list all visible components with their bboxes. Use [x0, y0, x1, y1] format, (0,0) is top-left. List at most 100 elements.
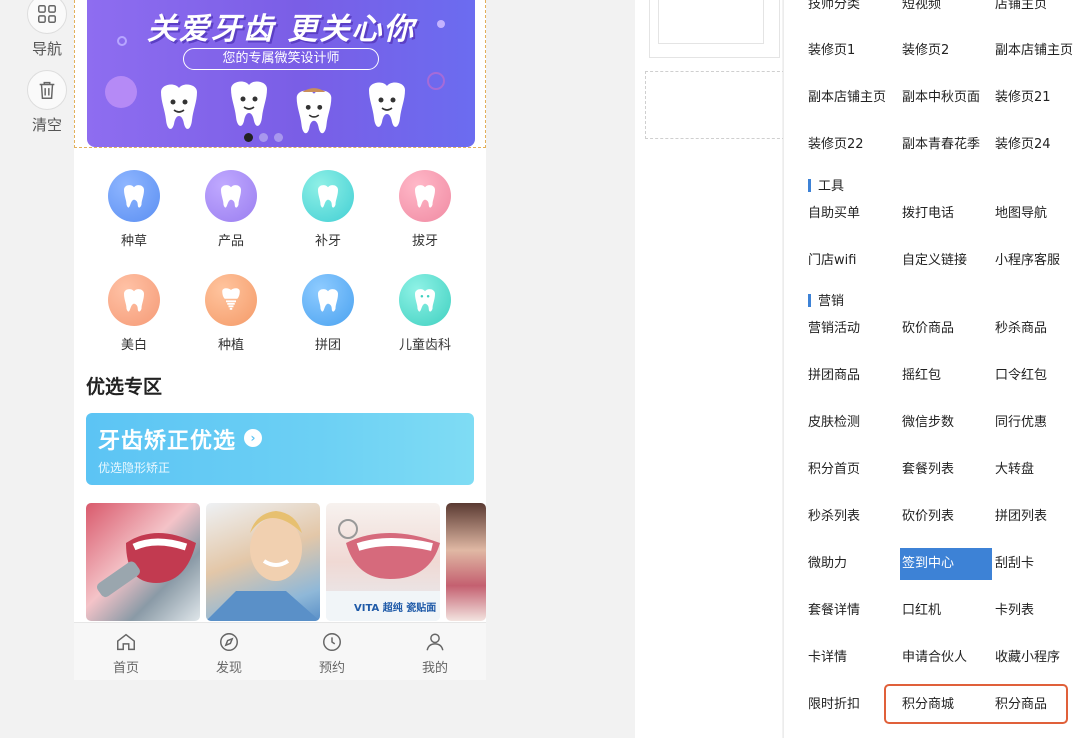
panel-item[interactable]: 装修页24: [971, 129, 1065, 161]
panel-item[interactable]: 砍价列表: [878, 501, 972, 533]
panel-item[interactable]: 口令红包: [971, 360, 1065, 392]
clear-tool[interactable]: 清空: [26, 70, 68, 135]
panel-item[interactable]: 限时折扣: [784, 689, 878, 721]
tooth-icon: [108, 170, 160, 222]
home-icon: [117, 633, 135, 651]
panel-item[interactable]: 短视频: [878, 0, 972, 21]
grid-item-label: 儿童齿科: [398, 338, 451, 353]
tooth-icon: [302, 170, 354, 222]
grid-item-label: 补牙: [314, 234, 341, 249]
nav-tool-label: 导航: [31, 40, 62, 58]
panel-item[interactable]: 副本店铺主页: [971, 35, 1073, 67]
photo-carousel[interactable]: VITA 超纯 瓷贴面: [86, 503, 486, 621]
panel-item[interactable]: 卡详情: [784, 642, 878, 674]
panel-item[interactable]: 店铺主页: [971, 0, 1065, 21]
photo-caption: VITA 超纯 瓷贴面: [354, 603, 437, 614]
banner-module[interactable]: 关爱牙齿 更关心你 您的专属微笑设计师: [74, 0, 486, 148]
panel-item[interactable]: 微信步数: [878, 407, 972, 439]
grid-item-label: 产品: [217, 234, 244, 249]
panel-item[interactable]: 套餐列表: [878, 454, 972, 486]
panel-item[interactable]: 同行优惠: [971, 407, 1065, 439]
panel-item[interactable]: 套餐详情: [784, 595, 878, 627]
promo-title: 牙齿矫正优选: [98, 429, 237, 454]
grid-item-zhongcao[interactable]: 种草: [94, 170, 174, 249]
photo-card[interactable]: [446, 503, 486, 621]
panel-item[interactable]: 装修页22: [784, 129, 878, 161]
panel-item[interactable]: 副本青春花季: [878, 129, 980, 161]
tab-label: 发现: [215, 661, 242, 676]
panel-item[interactable]: 申请合伙人: [878, 642, 972, 674]
tooth-mascot-icon: [369, 82, 405, 127]
tab-discover[interactable]: 发现: [199, 631, 259, 676]
panel-item[interactable]: 摇红包: [878, 360, 972, 392]
grid-item-pintuan[interactable]: 拼团: [288, 274, 368, 353]
nav-tool[interactable]: 导航: [26, 0, 68, 59]
component-placeholder[interactable]: [649, 0, 780, 58]
panel-item[interactable]: 装修页2: [878, 35, 972, 67]
link-selector-panel: 技师分类 短视频 店铺主页 装修页1 装修页2 副本店铺主页 副本店铺主页 副本…: [783, 0, 1080, 738]
photo-card[interactable]: VITA 超纯 瓷贴面: [326, 503, 440, 621]
panel-item[interactable]: 副本中秋页面: [878, 82, 980, 114]
grid-item-label: 种植: [217, 338, 244, 353]
panel-item[interactable]: 秒杀商品: [971, 313, 1065, 345]
panel-item[interactable]: 副本店铺主页: [784, 82, 886, 114]
grid-item-label: 拼团: [314, 338, 341, 353]
drop-zone[interactable]: [645, 71, 785, 139]
carousel-dots[interactable]: [244, 133, 283, 142]
tab-mine[interactable]: 我的: [405, 631, 465, 676]
tooth-icon: [302, 274, 354, 326]
panel-item[interactable]: 自定义链接: [878, 245, 972, 277]
panel-item[interactable]: 皮肤检测: [784, 407, 878, 439]
panel-item[interactable]: 装修页1: [784, 35, 878, 67]
panel-item[interactable]: 技师分类: [784, 0, 878, 21]
category-title-marketing: 营销: [808, 294, 844, 310]
grid-item-label: 种草: [120, 234, 147, 249]
photo-card[interactable]: [86, 503, 200, 621]
panel-item[interactable]: 口红机: [878, 595, 972, 627]
panel-item[interactable]: 拨打电话: [878, 198, 972, 230]
promo-banner[interactable]: 牙齿矫正优选 › 优选隐形矫正: [86, 413, 474, 485]
panel-item[interactable]: 小程序客服: [971, 245, 1065, 277]
grid-item-chanpin[interactable]: 产品: [191, 170, 271, 249]
carousel-dot[interactable]: [244, 133, 253, 142]
tooth-icon: [205, 170, 257, 222]
tab-home[interactable]: 首页: [96, 631, 156, 676]
panel-item[interactable]: 自助买单: [784, 198, 878, 230]
panel-item[interactable]: 微助力: [784, 548, 878, 580]
banner-image: 关爱牙齿 更关心你 您的专属微笑设计师: [87, 0, 475, 147]
carousel-dot[interactable]: [274, 133, 283, 142]
clock-icon: [323, 633, 341, 651]
panel-item[interactable]: 拼团商品: [784, 360, 878, 392]
tooth-icon: [108, 274, 160, 326]
tab-label: 我的: [421, 661, 448, 676]
grid-item-label: 拔牙: [411, 234, 438, 249]
panel-item[interactable]: 门店wifi: [784, 245, 878, 277]
phone-preview: 关爱牙齿 更关心你 您的专属微笑设计师 种草 产品 补牙 拔牙 美白 种植 拼团…: [74, 0, 486, 680]
panel-item[interactable]: 刮刮卡: [971, 548, 1065, 580]
panel-item[interactable]: 砍价商品: [878, 313, 972, 345]
panel-item[interactable]: 地图导航: [971, 198, 1065, 230]
section-title: 优选专区: [86, 376, 163, 398]
grid-item-kids[interactable]: 儿童齿科: [385, 274, 465, 353]
panel-item[interactable]: 营销活动: [784, 313, 878, 345]
tab-label: 首页: [112, 661, 139, 676]
panel-item[interactable]: 大转盘: [971, 454, 1065, 486]
banner-subtitle: 您的专属微笑设计师: [183, 48, 379, 70]
tab-booking[interactable]: 预约: [302, 631, 362, 676]
panel-item[interactable]: 积分首页: [784, 454, 878, 486]
grid-item-buya[interactable]: 补牙: [288, 170, 368, 249]
grid-item-zhongzhi[interactable]: 种植: [191, 274, 271, 353]
grid-item-meibai[interactable]: 美白: [94, 274, 174, 353]
carousel-dot[interactable]: [259, 133, 268, 142]
panel-item[interactable]: 拼团列表: [971, 501, 1065, 533]
user-icon: [426, 633, 444, 651]
photo-card[interactable]: [206, 503, 320, 621]
promo-subtitle: 优选隐形矫正: [98, 461, 171, 475]
panel-item[interactable]: 装修页21: [971, 82, 1065, 114]
panel-item[interactable]: 秒杀列表: [784, 501, 878, 533]
compass-icon: [220, 633, 238, 651]
panel-item[interactable]: 收藏小程序: [971, 642, 1065, 674]
grid-item-baya[interactable]: 拔牙: [385, 170, 465, 249]
trash-icon: [27, 70, 67, 110]
panel-item[interactable]: 卡列表: [971, 595, 1065, 627]
